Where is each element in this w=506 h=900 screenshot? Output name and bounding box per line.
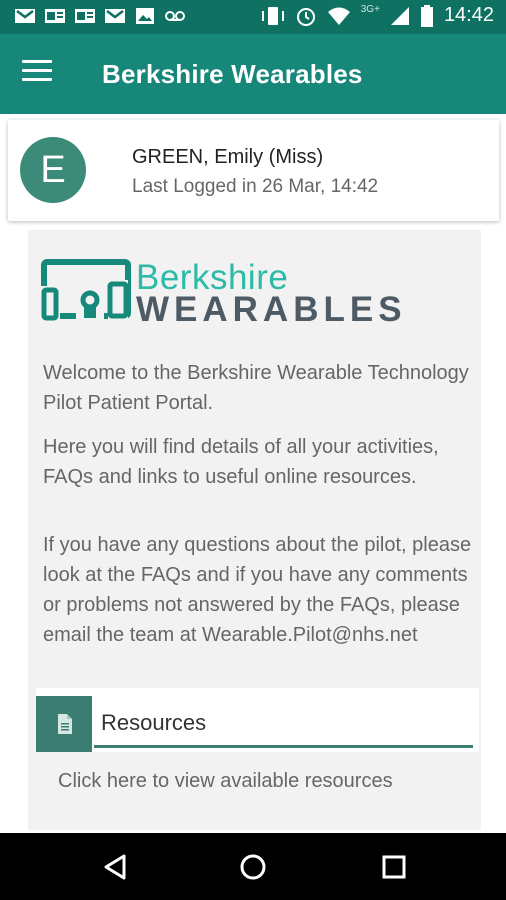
gallery-icon: [136, 8, 154, 24]
system-nav-bar: [0, 833, 506, 900]
battery-icon: [420, 4, 433, 27]
vibrate-icon: [261, 6, 284, 25]
system-icons: 3G+ 14:42: [261, 4, 494, 27]
notification-icons: [14, 7, 186, 25]
alarm-icon: [296, 7, 315, 26]
wifi-icon: [327, 7, 350, 25]
app-bar: Berkshire Wearables: [0, 34, 506, 114]
details-text: Here you will find details of all your a…: [43, 436, 439, 488]
resources-divider: [94, 745, 473, 748]
resources-title: Resources: [101, 710, 207, 735]
voicemail-icon: [165, 11, 185, 21]
last-login-text: Last Logged in 26 Mar, 14:42: [132, 176, 379, 197]
gmail-icon: [15, 9, 35, 23]
back-triangle-icon[interactable]: [96, 847, 136, 887]
recents-square-icon[interactable]: [374, 847, 414, 887]
clock: 14:42: [443, 4, 494, 26]
welcome-text: Welcome to the Berkshire Wearable Techno…: [43, 362, 469, 414]
avatar: E: [20, 137, 86, 203]
logo-text-wearables: WEARABLES: [136, 290, 407, 329]
user-name: GREEN, Emily (Miss): [132, 146, 324, 168]
hamburger-menu-icon[interactable]: [22, 60, 52, 88]
profile-card[interactable]: E GREEN, Emily (Miss) Last Logged in 26 …: [8, 120, 499, 221]
wearables-logo-icon: [40, 259, 131, 322]
gmail-icon: [105, 9, 125, 23]
outlook-icon: [75, 9, 95, 23]
resources-section: Resources Click here to view available r…: [36, 688, 479, 830]
contact-text: If you have any questions about the pilo…: [43, 534, 472, 646]
app-title: Berkshire Wearables: [102, 59, 363, 89]
outlook-icon: [45, 9, 65, 23]
home-circle-icon[interactable]: [233, 847, 273, 887]
status-bar: 3G+ 14:42: [0, 0, 506, 34]
resources-header: Resources: [36, 688, 479, 752]
signal-icon: [390, 6, 409, 25]
view-resources-link[interactable]: Click here to view available resources: [58, 770, 393, 793]
berkshire-wearables-logo: Berkshire WEARABLES: [40, 256, 402, 329]
document-icon: [36, 696, 92, 752]
network-type-label: 3G+: [360, 4, 380, 15]
